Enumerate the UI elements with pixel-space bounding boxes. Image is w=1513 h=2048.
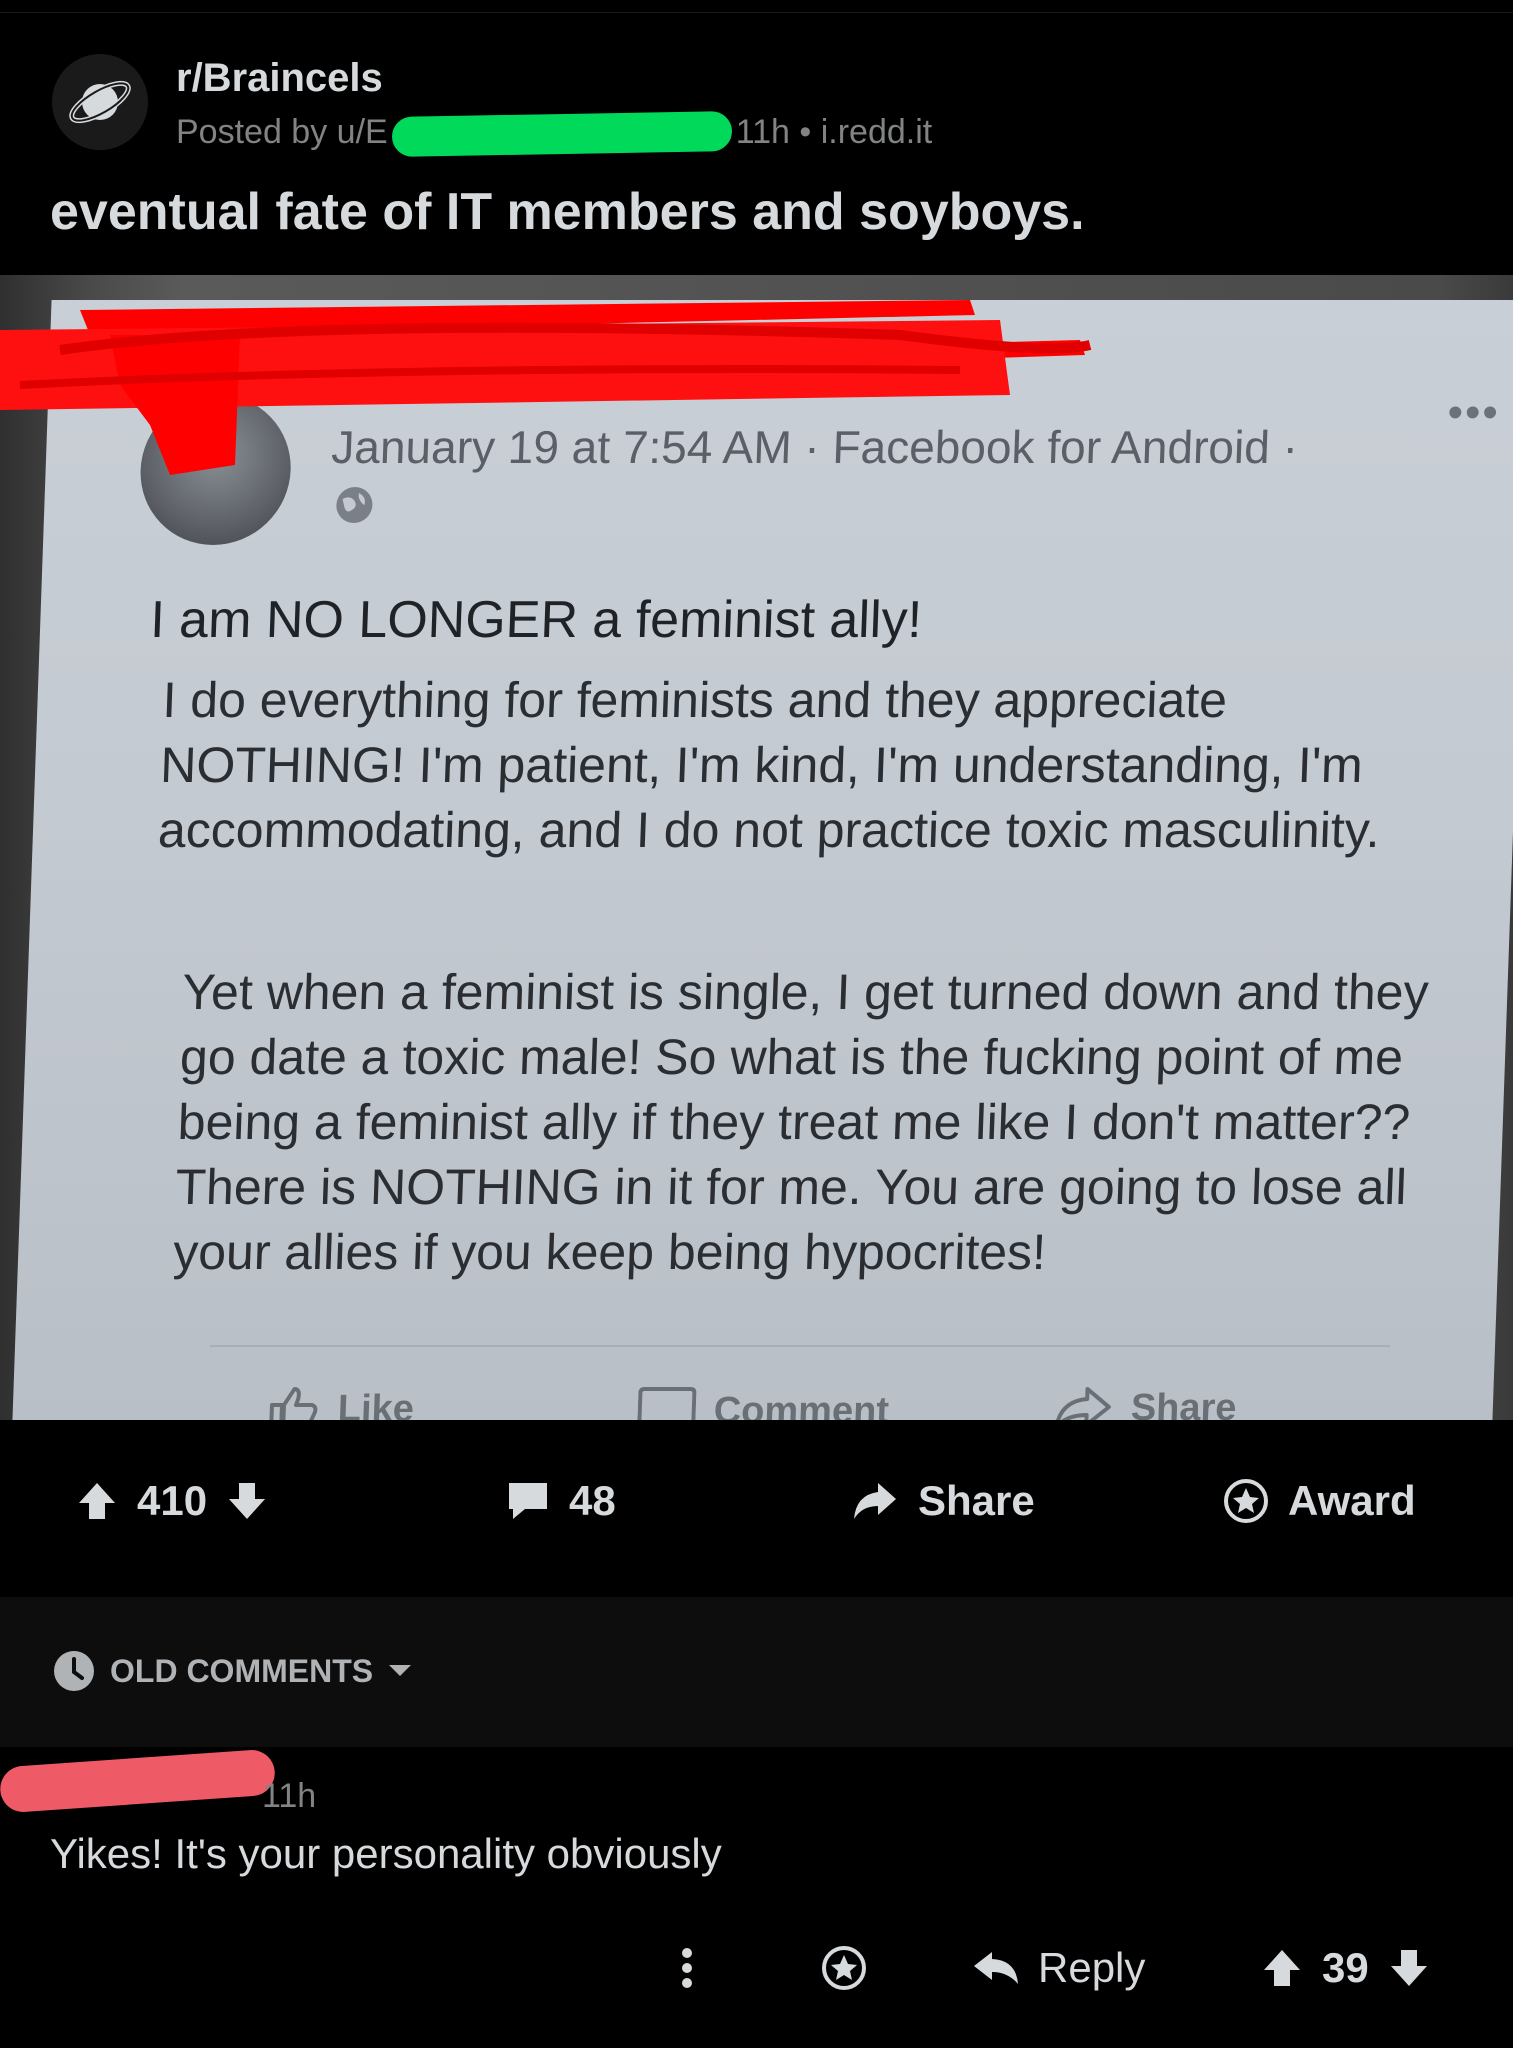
facebook-comment-button[interactable]: Comment <box>637 1385 890 1420</box>
facebook-share-button[interactable]: Share <box>1052 1385 1237 1420</box>
comment-more-button[interactable] <box>680 1928 694 2008</box>
comment-sort-label: OLD COMMENTS <box>110 1652 374 1689</box>
upvote-icon[interactable] <box>75 1479 119 1523</box>
comment-reply-label: Reply <box>1038 1944 1146 1991</box>
share-label: Share <box>918 1477 1035 1524</box>
reply-icon <box>974 1952 1018 1984</box>
facebook-comment-label: Comment <box>713 1389 890 1421</box>
comment-vote: 39 <box>1260 1928 1431 2008</box>
facebook-like-label: Like <box>337 1387 415 1421</box>
comment-icon <box>509 1483 547 1519</box>
chevron-down-icon <box>389 1665 412 1676</box>
facebook-paragraph-2: Yet when a feminist is single, I get tur… <box>172 964 1430 1280</box>
planet-icon <box>69 80 131 124</box>
award-icon <box>1224 1479 1268 1523</box>
facebook-divider <box>209 1345 1391 1347</box>
downvote-icon[interactable] <box>1387 1946 1431 1990</box>
posted-by-label[interactable]: Posted by u/E <box>176 113 388 151</box>
more-vertical-icon <box>682 1948 692 1988</box>
upvote-icon[interactable] <box>1260 1946 1304 1990</box>
speech-bubble-icon <box>637 1387 697 1420</box>
meta-separator: • <box>799 113 812 151</box>
award-icon <box>822 1946 866 1990</box>
comment-reply-button[interactable]: Reply <box>972 1928 1145 2008</box>
username-redaction <box>391 111 733 157</box>
award-label: Award <box>1288 1477 1416 1524</box>
award-button[interactable]: Award <box>1222 1458 1416 1544</box>
subreddit-icon[interactable] <box>52 54 148 150</box>
share-button[interactable]: Share <box>850 1458 1035 1544</box>
comment-author-redaction <box>0 1748 277 1814</box>
top-divider <box>0 12 1513 13</box>
comment-count: 48 <box>569 1477 616 1524</box>
more-options-icon[interactable]: ••• <box>1447 388 1501 438</box>
share-icon <box>854 1483 896 1519</box>
post-score: 410 <box>137 1477 208 1524</box>
post-title[interactable]: eventual fate of IT members and soyboys. <box>50 182 1085 242</box>
facebook-share-label: Share <box>1130 1386 1238 1421</box>
facebook-paragraph-1: I do everything for feminists and they a… <box>157 672 1381 858</box>
thumbs-up-icon <box>269 1387 318 1420</box>
post-vote: 410 <box>75 1458 269 1544</box>
comment-time: 11h <box>262 1777 317 1815</box>
share-arrow-icon <box>1054 1387 1111 1420</box>
post-time: 11h <box>735 113 790 151</box>
name-redaction-scribble <box>0 300 1092 475</box>
downvote-icon[interactable] <box>225 1479 269 1523</box>
post-meta: Posted by u/E 11h • i.redd.it <box>176 111 933 157</box>
clock-icon <box>54 1651 94 1691</box>
comment-action-bar: Reply 39 <box>0 1928 1513 2008</box>
comment-award-button[interactable] <box>820 1928 868 2008</box>
post-action-bar: 410 48 Share Award <box>0 1458 1513 1544</box>
comment-text: Yikes! It's your personality obviously <box>50 1830 722 1877</box>
comment-sort-bar: OLD COMMENTS <box>0 1597 1513 1747</box>
post-domain[interactable]: i.redd.it <box>821 113 933 151</box>
subreddit-name[interactable]: r/Braincels <box>176 56 383 101</box>
facebook-headline: I am NO LONGER a feminist ally! <box>149 591 923 649</box>
comment-sort-dropdown[interactable]: OLD COMMENTS <box>52 1649 413 1693</box>
comment-score: 39 <box>1322 1944 1369 1991</box>
comments-button[interactable]: 48 <box>505 1458 616 1544</box>
post-image[interactable]: January 19 at 7:54 AM · Facebook for And… <box>0 275 1513 1420</box>
facebook-like-button[interactable]: Like <box>267 1385 415 1420</box>
